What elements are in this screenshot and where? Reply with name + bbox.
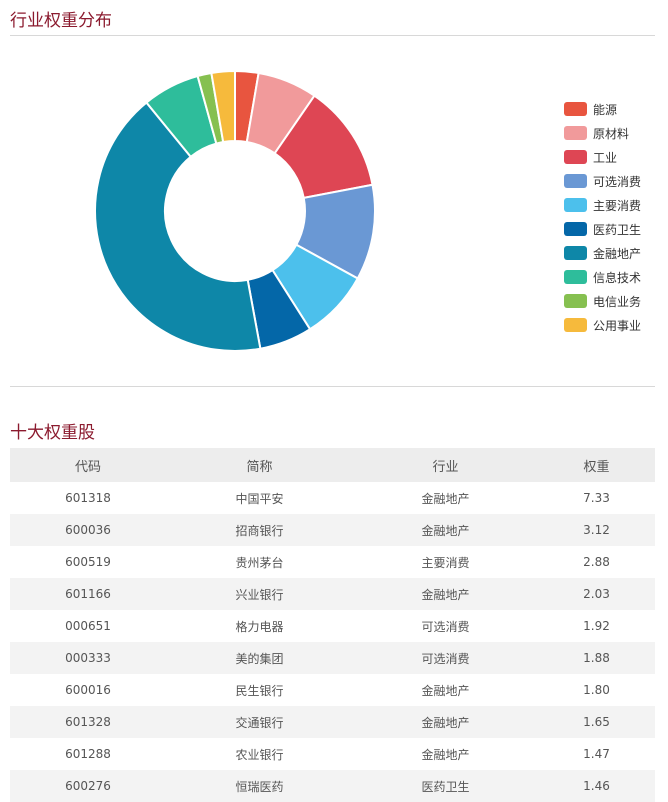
column-header-weight: 权重 — [538, 448, 655, 482]
stock-code: 000333 — [10, 642, 166, 674]
stock-name: 贵州茅台 — [235, 555, 284, 570]
table-row: 601328 交通银行 金融地产 1.65 — [10, 706, 655, 738]
top-divider — [10, 35, 655, 36]
stock-weight: 1.88 — [538, 642, 655, 674]
table-row: 600276 恒瑞医药 医药卫生 1.46 — [10, 770, 655, 802]
stock-weight: 1.47 — [583, 747, 610, 761]
stock-code: 600036 — [10, 514, 166, 546]
stock-industry: 金融地产 — [353, 706, 538, 738]
stock-name: 美的集团 — [166, 642, 353, 674]
table-row: 000333 美的集团 可选消费 1.88 — [10, 642, 655, 674]
stock-industry: 可选消费 — [353, 642, 538, 674]
legend-item: 原材料 — [564, 121, 641, 145]
top10-table: 代码 简称 行业 权重 601318 中国平安 金融地产 7.33 600036 招商银行… — [10, 448, 655, 802]
legend-item: 电信业务 — [564, 289, 641, 313]
stock-name: 交通银行 — [166, 706, 353, 738]
legend-item: 信息技术 — [564, 265, 641, 289]
legend-label: 电信业务 — [593, 294, 642, 309]
top10-title: 十大权重股 — [10, 423, 95, 443]
legend-swatch — [564, 222, 587, 236]
stock-name: 格力电器 — [235, 619, 284, 634]
stock-name: 农业银行 — [235, 747, 284, 762]
legend-label: 信息技术 — [593, 270, 642, 285]
table-row: 600016 民生银行 金融地产 1.80 — [10, 674, 655, 706]
table-row: 601318 中国平安 金融地产 7.33 — [10, 482, 655, 514]
legend-item: 医药卫生 — [564, 217, 641, 241]
legend-label: 原材料 — [593, 126, 630, 141]
column-header-name: 简称 — [166, 448, 353, 482]
stock-weight: 2.88 — [583, 555, 610, 569]
stock-industry: 金融地产 — [421, 683, 470, 698]
legend-label: 金融地产 — [593, 246, 642, 261]
stock-weight: 1.80 — [583, 683, 610, 697]
table-row: 000651 格力电器 可选消费 1.92 — [10, 610, 655, 642]
legend-swatch — [564, 246, 587, 260]
legend-item: 工业 — [564, 145, 641, 169]
stock-name: 招商银行 — [166, 514, 353, 546]
stock-code: 600276 — [10, 770, 166, 802]
legend-item: 可选消费 — [564, 169, 641, 193]
stock-code: 600519 — [65, 555, 111, 569]
chart-legend: 能源原材料工业可选消费主要消费医药卫生金融地产信息技术电信业务公用事业 — [564, 97, 641, 337]
stock-industry: 可选消费 — [421, 619, 470, 634]
legend-swatch — [564, 198, 587, 212]
stock-weight: 1.46 — [538, 770, 655, 802]
table-row: 600036 招商银行 金融地产 3.12 — [10, 514, 655, 546]
stock-weight: 2.03 — [538, 578, 655, 610]
stock-name: 恒瑞医药 — [166, 770, 353, 802]
legend-label: 主要消费 — [593, 198, 642, 213]
stock-industry: 金融地产 — [421, 747, 470, 762]
stock-industry: 医药卫生 — [353, 770, 538, 802]
legend-swatch — [564, 294, 587, 308]
industry-weight-title: 行业权重分布 — [10, 11, 112, 31]
stock-name: 兴业银行 — [166, 578, 353, 610]
legend-swatch — [564, 150, 587, 164]
stock-weight: 1.92 — [583, 619, 610, 633]
stock-code: 601288 — [65, 747, 111, 761]
stock-name: 中国平安 — [235, 491, 284, 506]
stock-code: 601318 — [65, 491, 111, 505]
column-header-industry: 行业 — [353, 448, 538, 482]
stock-industry: 金融地产 — [353, 578, 538, 610]
table-row: 601288 农业银行 金融地产 1.47 — [10, 738, 655, 770]
stock-code: 600016 — [65, 683, 111, 697]
stock-weight: 3.12 — [538, 514, 655, 546]
legend-item: 主要消费 — [564, 193, 641, 217]
industry-donut-chart — [94, 69, 376, 352]
legend-item: 金融地产 — [564, 241, 641, 265]
legend-swatch — [564, 318, 587, 332]
legend-label: 可选消费 — [593, 174, 642, 189]
stock-weight: 1.65 — [538, 706, 655, 738]
stock-code: 601328 — [10, 706, 166, 738]
table-row: 600519 贵州茅台 主要消费 2.88 — [10, 546, 655, 578]
middle-divider — [10, 386, 655, 387]
stock-industry: 金融地产 — [353, 514, 538, 546]
legend-label: 医药卫生 — [593, 222, 642, 237]
stock-industry: 主要消费 — [421, 555, 470, 570]
stock-industry: 金融地产 — [421, 491, 470, 506]
legend-swatch — [564, 126, 587, 140]
stock-weight: 7.33 — [583, 491, 610, 505]
stock-name: 民生银行 — [235, 683, 284, 698]
stock-code: 601166 — [10, 578, 166, 610]
legend-swatch — [564, 270, 587, 284]
stock-code: 000651 — [65, 619, 111, 633]
table-row: 601166 兴业银行 金融地产 2.03 — [10, 578, 655, 610]
legend-swatch — [564, 174, 587, 188]
legend-item: 能源 — [564, 97, 641, 121]
legend-label: 工业 — [593, 150, 618, 165]
table-header-row: 代码 简称 行业 权重 — [10, 448, 655, 482]
legend-label: 能源 — [593, 102, 618, 117]
legend-swatch — [564, 102, 587, 116]
legend-label: 公用事业 — [593, 318, 642, 333]
legend-item: 公用事业 — [564, 313, 641, 337]
column-header-code: 代码 — [10, 448, 166, 482]
